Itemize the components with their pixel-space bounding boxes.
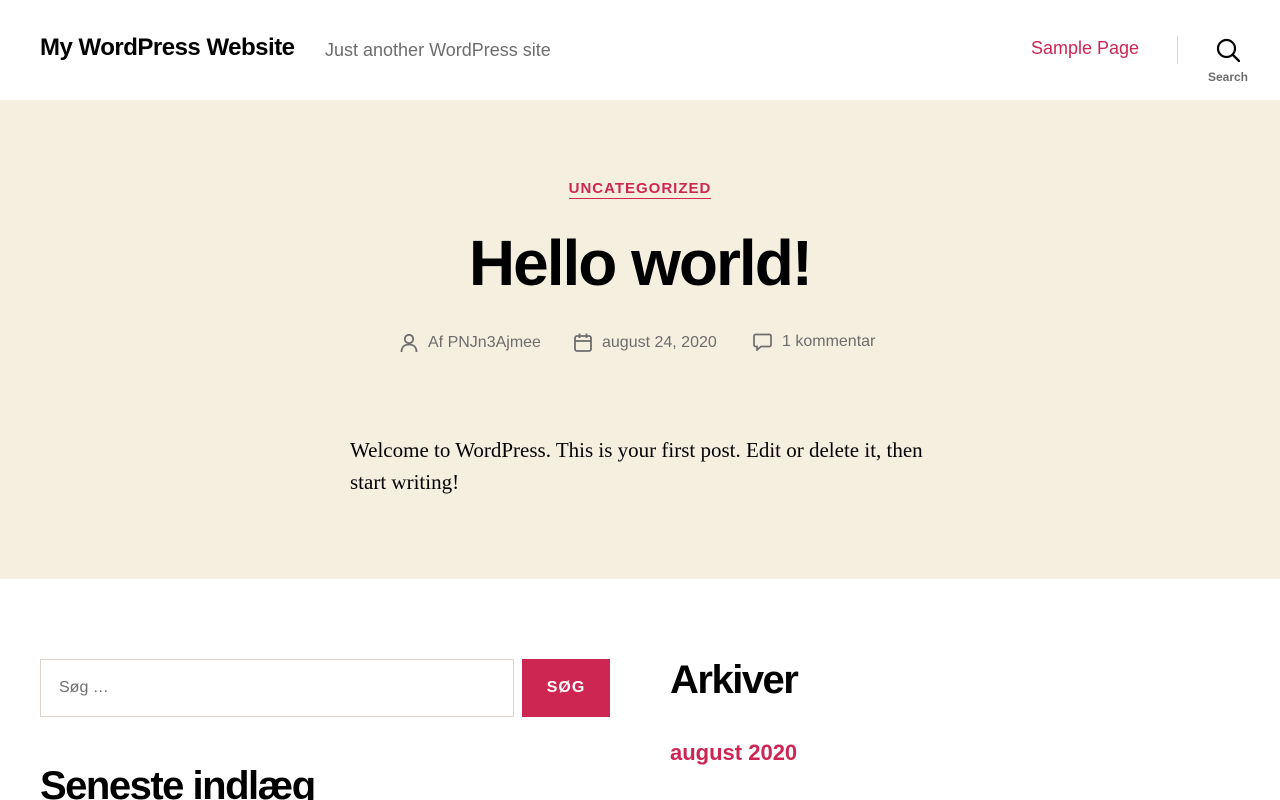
search-toggle-button[interactable]: Search [1196,30,1260,90]
archives-title: Arkiver [670,658,799,702]
search-icon [1216,38,1240,62]
comment-icon [753,333,772,351]
post-category: UNCATEGORIZED [0,180,1280,199]
post-content: Welcome to WordPress. This is your first… [350,438,923,494]
calendar-icon [574,333,592,352]
site-title[interactable]: My WordPress Website [40,34,295,62]
comments-link[interactable]: 1 kommentar [782,333,875,351]
post-hero: UNCATEGORIZED Hello world! Af PNJn3Ajmee… [0,100,1280,579]
post-comments: 1 kommentar [753,333,875,351]
post-author: Af PNJn3Ajmee [400,333,541,353]
date-link[interactable]: august 24, 2020 [602,334,717,352]
post-date: august 24, 2020 [574,333,717,352]
nav-sample-page[interactable]: Sample Page [1031,38,1139,59]
user-icon [400,333,418,353]
search-input[interactable] [40,659,514,717]
author-link[interactable]: Af PNJn3Ajmee [428,334,541,352]
site-header: My WordPress Website Just another WordPr… [0,0,1280,100]
recent-posts-title: Seneste indlæg [40,764,316,800]
search-toggle-label: Search [1207,70,1249,84]
site-description: Just another WordPress site [325,40,551,60]
search-widget: SØG [40,659,610,717]
nav-divider [1177,36,1178,64]
post-title: Hello world! [468,227,813,299]
search-submit-button[interactable]: SØG [522,659,610,717]
category-link[interactable]: UNCATEGORIZED [568,180,712,199]
archive-item[interactable]: august 2020 [670,740,797,766]
post-meta: Af PNJn3Ajmee august 24, 2020 1 kommenta… [0,333,1280,357]
